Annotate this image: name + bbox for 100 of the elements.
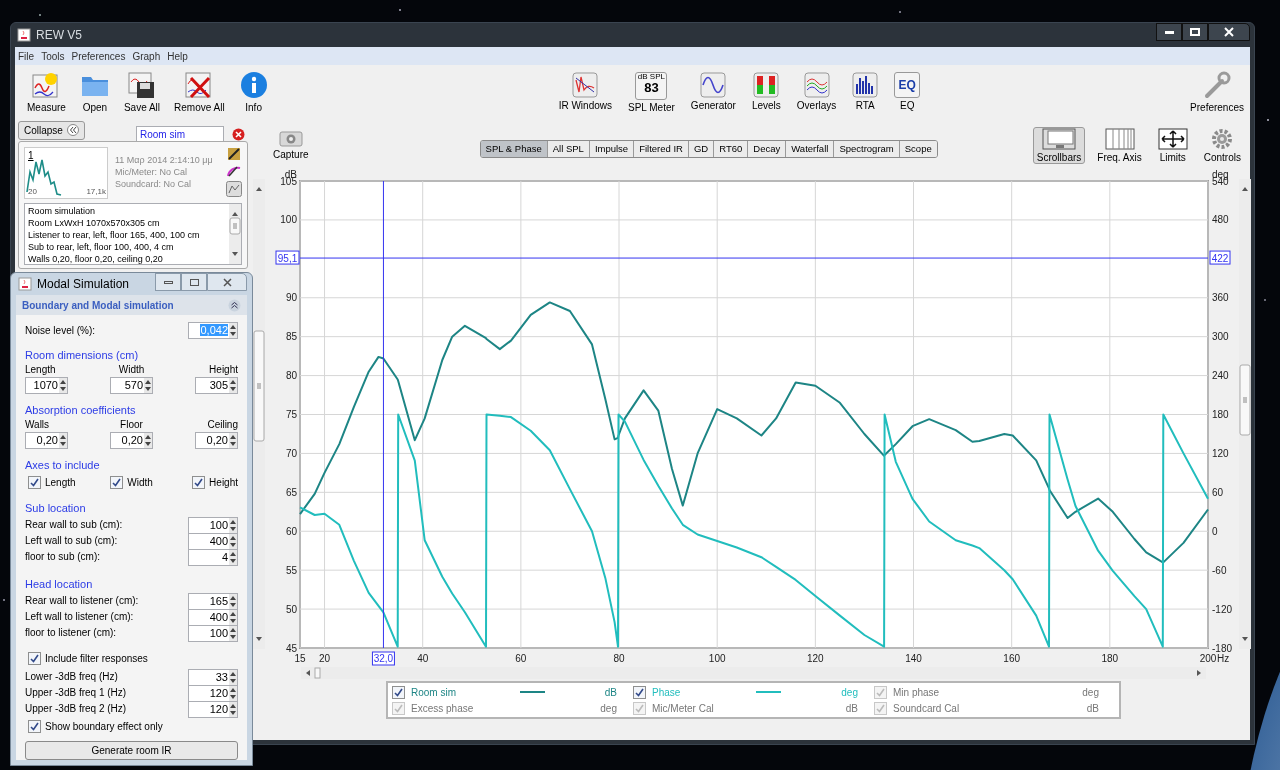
- spin-arrows-icon[interactable]: [229, 609, 237, 625]
- checkbox[interactable]: [28, 652, 41, 665]
- graph-tab[interactable]: Waterfall: [786, 141, 835, 157]
- field-label: Upper -3dB freq 2 (Hz): [25, 703, 127, 715]
- spinner-field[interactable]: 570: [110, 377, 153, 394]
- y-tick-label: 50: [285, 603, 297, 615]
- toolbar-button[interactable]: Levels: [747, 71, 785, 114]
- y-tick-label: 90: [285, 292, 297, 304]
- spin-arrows-icon[interactable]: [229, 669, 237, 685]
- toolbar-button[interactable]: dB SPL 83 SPL Meter: [624, 71, 679, 114]
- graph-tab[interactable]: Impulse: [589, 141, 635, 157]
- save-icon: [126, 70, 157, 100]
- x-tick-label: 180: [1101, 653, 1119, 664]
- field-label: Noise level (%):: [25, 324, 96, 337]
- spin-arrows-icon[interactable]: [229, 433, 237, 448]
- collapse-icon[interactable]: [228, 298, 241, 312]
- x-tick-label: 120: [807, 653, 824, 664]
- graph-tab[interactable]: Spectrogram: [834, 141, 900, 157]
- spin-arrows-icon[interactable]: [229, 517, 237, 533]
- graph-tab[interactable]: All SPL: [547, 141, 590, 157]
- checkbox[interactable]: [28, 720, 41, 733]
- graph-tab[interactable]: SPL & Phase: [480, 141, 548, 157]
- generate-button[interactable]: Generate room IR: [25, 741, 238, 760]
- spin-arrows-icon[interactable]: [144, 433, 152, 448]
- x-tick-label: 15: [294, 653, 306, 664]
- capture-button[interactable]: Capture: [273, 129, 309, 160]
- toolbar-button[interactable]: Preferences: [1186, 69, 1248, 114]
- spin-arrows-icon[interactable]: [229, 593, 237, 609]
- collapse-button[interactable]: Collapse: [18, 120, 85, 140]
- y-tick-label: 65: [285, 486, 297, 498]
- toolbar-button[interactable]: Open: [75, 69, 114, 114]
- spin-arrows-icon[interactable]: [229, 701, 237, 717]
- menu-item[interactable]: File: [18, 48, 35, 64]
- spin-arrows-icon[interactable]: [229, 685, 237, 701]
- spinner-field[interactable]: 0,20: [110, 432, 153, 449]
- toolbar-button[interactable]: Measure: [23, 69, 70, 114]
- spin-arrows-icon[interactable]: [229, 533, 237, 549]
- close-icon[interactable]: [222, 277, 232, 287]
- toolbar-button[interactable]: Overlays: [792, 71, 841, 114]
- spinner-field[interactable]: 165: [188, 592, 238, 610]
- spinner-field[interactable]: 0,20: [25, 432, 68, 449]
- scrollbar[interactable]: [1239, 179, 1251, 649]
- field-label: Walls: [25, 419, 50, 431]
- toolbar-button[interactable]: Scrollbars: [1032, 127, 1086, 164]
- menu-item[interactable]: Help: [167, 48, 188, 64]
- calibration-icon[interactable]: [227, 164, 241, 178]
- spin-arrows-icon[interactable]: [59, 433, 67, 448]
- checkbox[interactable]: [874, 701, 887, 715]
- maximize-button[interactable]: [181, 273, 207, 291]
- y-tick-label: 55: [285, 564, 297, 576]
- menu-item[interactable]: Preferences: [71, 48, 126, 64]
- notes-line: Walls 0,20, floor 0,20, ceiling 0,20: [28, 253, 164, 265]
- graph-tab[interactable]: RT60: [714, 141, 749, 157]
- delete-icon[interactable]: [232, 127, 245, 141]
- spinner-field[interactable]: 100: [188, 516, 238, 534]
- checkbox[interactable]: [633, 701, 646, 715]
- toolbar-button[interactable]: Info: [234, 69, 273, 114]
- toolbar-button[interactable]: Controls: [1199, 127, 1245, 164]
- spin-arrows-icon[interactable]: [229, 625, 237, 641]
- field-label: Length: [25, 364, 56, 376]
- close-button[interactable]: [1208, 23, 1250, 41]
- spin-arrows-icon[interactable]: [229, 323, 237, 338]
- measurement-info: Soundcard: No Cal: [115, 179, 193, 190]
- minimize-button[interactable]: [1156, 23, 1182, 41]
- menu-item[interactable]: Graph: [132, 48, 161, 64]
- spin-arrows-icon[interactable]: [229, 378, 237, 393]
- spin-arrows-icon[interactable]: [229, 549, 237, 565]
- checkbox[interactable]: [192, 476, 206, 489]
- minimize-button[interactable]: [155, 273, 181, 291]
- checkbox[interactable]: [392, 685, 405, 699]
- scrollbar[interactable]: [229, 204, 241, 264]
- checkbox[interactable]: [110, 476, 124, 489]
- x-tick-label: 20: [319, 653, 331, 664]
- spinner-field[interactable]: 1070: [25, 377, 68, 394]
- graph-tab[interactable]: GD: [689, 141, 715, 157]
- checkbox[interactable]: [874, 685, 887, 699]
- maximize-button[interactable]: [1182, 23, 1208, 41]
- toolbar-button[interactable]: Generator: [686, 71, 740, 114]
- toolbar-button[interactable]: IR Windows: [554, 71, 616, 114]
- ruler-pencil-icon[interactable]: [227, 147, 241, 161]
- y-tick-label: 180: [1212, 409, 1229, 420]
- checkbox[interactable]: [633, 685, 646, 699]
- menu-item[interactable]: Tools: [41, 48, 65, 64]
- checkbox[interactable]: [28, 476, 41, 489]
- graph-tab[interactable]: Filtered IR: [634, 141, 689, 157]
- toolbar-button[interactable]: Limits: [1153, 127, 1192, 164]
- checkbox[interactable]: [392, 701, 405, 715]
- toolbar-button[interactable]: Freq. Axis: [1093, 127, 1146, 164]
- graph-tab[interactable]: Decay: [748, 141, 787, 157]
- spinner-field[interactable]: 305: [195, 377, 238, 394]
- spin-arrows-icon[interactable]: [59, 378, 67, 393]
- toolbar-button[interactable]: Save All: [119, 69, 165, 114]
- spinner-field[interactable]: 33: [188, 668, 238, 686]
- spinner-field[interactable]: 0,20: [195, 432, 238, 449]
- graph-tab[interactable]: Scope: [899, 141, 937, 157]
- toolbar-button[interactable]: RTA: [848, 71, 883, 114]
- toolbar-button[interactable]: EQ EQ: [890, 71, 925, 114]
- toolbar-button[interactable]: Remove All: [170, 69, 229, 114]
- section-header[interactable]: Boundary and Modal simulation: [16, 295, 247, 315]
- spin-arrows-icon[interactable]: [144, 378, 152, 393]
